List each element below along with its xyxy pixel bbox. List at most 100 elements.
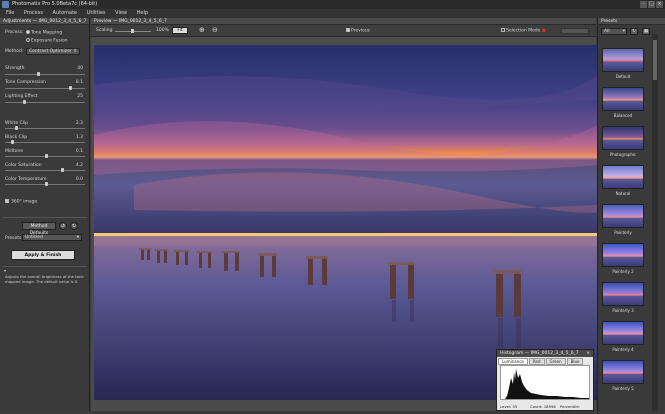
menu-view[interactable]: View <box>115 10 127 16</box>
slider-knob[interactable] <box>11 140 14 144</box>
preset-thumbnail[interactable] <box>602 126 644 150</box>
scrollbar-thumb[interactable] <box>653 40 657 80</box>
radio-selected-icon <box>26 30 30 34</box>
adjustments-panel: Adjustments — IMG_0012_3_4_5_6_7 Process… <box>0 18 90 411</box>
histogram-percentile: Percentile: 36.42 <box>560 404 581 414</box>
slider-knob[interactable] <box>131 29 134 33</box>
histogram-graph[interactable] <box>500 365 590 400</box>
preset-thumbnail[interactable] <box>602 243 644 267</box>
redo-icon[interactable]: ↻ <box>70 222 78 230</box>
tone-compression-slider[interactable] <box>5 86 85 90</box>
help-text: Adjusts the overall brightness of the to… <box>5 274 84 284</box>
color-saturation-slider[interactable] <box>5 168 85 172</box>
grid-view-icon[interactable]: ▦ <box>642 28 650 35</box>
selection-mode-toggle[interactable]: Selection Mode ● <box>501 28 546 34</box>
midtone-slider[interactable] <box>5 154 85 158</box>
presets-label: Presets: <box>5 236 23 241</box>
slider-value: 2.3 <box>75 121 83 126</box>
slider-value: 40 <box>77 66 83 71</box>
preview-header: Preview — IMG_0012_3_4_5_6_7 <box>91 18 596 25</box>
preset-thumbnail[interactable] <box>602 204 644 228</box>
presets-filter-select[interactable]: All ▾ <box>601 28 627 35</box>
method-defaults-button[interactable]: Method Defaults <box>22 222 56 236</box>
slider-knob[interactable] <box>61 168 64 172</box>
zoom-value: 100% <box>156 28 169 33</box>
apply-finish-button[interactable]: Apply & Finish <box>11 250 75 260</box>
zoom-in-icon[interactable]: ⊕ <box>199 26 208 35</box>
method-label: Method: <box>5 49 24 54</box>
minimize-button[interactable]: – <box>640 1 647 8</box>
tab-green[interactable]: Green <box>545 358 566 365</box>
preset-label: Natural <box>615 191 631 196</box>
collapse-icon[interactable]: ▾ <box>4 268 6 273</box>
radio-icon <box>26 38 30 42</box>
record-icon: ● <box>541 28 546 34</box>
preset-thumbnail[interactable] <box>602 87 644 111</box>
slider-label: Tone Compression <box>5 80 46 85</box>
slider-knob[interactable] <box>23 100 26 104</box>
menu-file[interactable]: File <box>6 10 14 16</box>
chevron-down-icon: ▾ <box>622 29 625 34</box>
histogram-tabs: Luminance Red Green Blue <box>497 358 593 365</box>
slider-knob[interactable] <box>37 72 40 76</box>
slider-value: 1.3 <box>75 135 83 140</box>
slider-knob[interactable] <box>69 86 72 90</box>
refresh-icon[interactable]: ↻ <box>630 28 638 35</box>
slider-knob[interactable] <box>45 182 48 186</box>
close-icon[interactable]: × <box>586 350 590 357</box>
zoom-slider[interactable] <box>115 29 151 33</box>
slider-value: 25 <box>77 94 83 99</box>
menu-help[interactable]: Help <box>137 10 148 16</box>
tab-blue[interactable]: Blue <box>566 358 584 365</box>
strength-slider[interactable] <box>5 72 85 76</box>
color-temperature-slider[interactable] <box>5 182 85 186</box>
method-select[interactable]: Contrast Optimizer ⇕ <box>26 48 80 55</box>
preset-thumbnail[interactable] <box>602 360 644 384</box>
checkbox-checked-icon <box>5 199 9 203</box>
menu-automate[interactable]: Automate <box>53 10 78 16</box>
slider-knob[interactable] <box>15 126 18 130</box>
close-button[interactable]: × <box>656 1 663 8</box>
slider-value: 8.1 <box>75 80 83 85</box>
menu-process[interactable]: Process <box>24 10 43 16</box>
menu-bar: File Process Automate Utilities View Hel… <box>0 9 665 18</box>
preset-thumbnail[interactable] <box>602 282 644 306</box>
zoom-out-icon[interactable]: ⊖ <box>212 26 221 35</box>
presets-scrollbar[interactable] <box>652 34 658 411</box>
slider-label: Color Saturation <box>5 163 42 168</box>
preset-label: Photographic <box>609 152 637 157</box>
lighting-effect-slider[interactable] <box>5 100 85 104</box>
app-icon <box>2 1 9 8</box>
checkbox-icon <box>501 28 505 32</box>
zoom-label: Scaling: <box>96 28 114 33</box>
black-clip-slider[interactable] <box>5 140 85 144</box>
preset-label: Painterly <box>614 230 632 235</box>
tab-luminance[interactable]: Luminance <box>498 358 528 365</box>
divider <box>3 266 87 267</box>
histogram-stats: Level: 55 Count: 18596 Percentile: 36.42 <box>500 404 592 414</box>
divider <box>3 217 87 218</box>
slider-value: 0.1 <box>75 149 83 154</box>
preset-thumbnail[interactable] <box>602 165 644 189</box>
menu-utilities[interactable]: Utilities <box>87 10 106 16</box>
undo-icon[interactable]: ↺ <box>59 222 67 230</box>
preset-label: Default <box>615 74 631 79</box>
preset-thumbnail[interactable] <box>602 48 644 72</box>
image-360-checkbox[interactable]: 360° image <box>5 199 37 205</box>
process-option-exposure-fusion[interactable]: Exposure Fusion <box>26 38 68 44</box>
maximize-button[interactable]: □ <box>648 1 655 8</box>
white-clip-slider[interactable] <box>5 126 85 130</box>
preview-image[interactable] <box>94 45 598 400</box>
loupe-button[interactable] <box>561 28 589 34</box>
slider-knob[interactable] <box>45 154 48 158</box>
preset-label: Painterly 3 <box>612 308 634 313</box>
preset-thumbnail[interactable] <box>602 321 644 345</box>
previous-checkbox[interactable]: Previous <box>346 28 370 34</box>
presets-select[interactable]: Untitled ▾ <box>22 234 82 241</box>
tab-red[interactable]: Red <box>528 358 545 365</box>
preset-label: Painterly 2 <box>612 269 634 274</box>
fit-button[interactable]: Fit <box>172 27 188 34</box>
process-option-tone-mapping[interactable]: Tone Mapping <box>26 30 62 36</box>
histogram-header: Histogram — IMG_0012_3_4_5_6_7 × <box>497 350 593 357</box>
process-label: Process: <box>5 30 24 35</box>
